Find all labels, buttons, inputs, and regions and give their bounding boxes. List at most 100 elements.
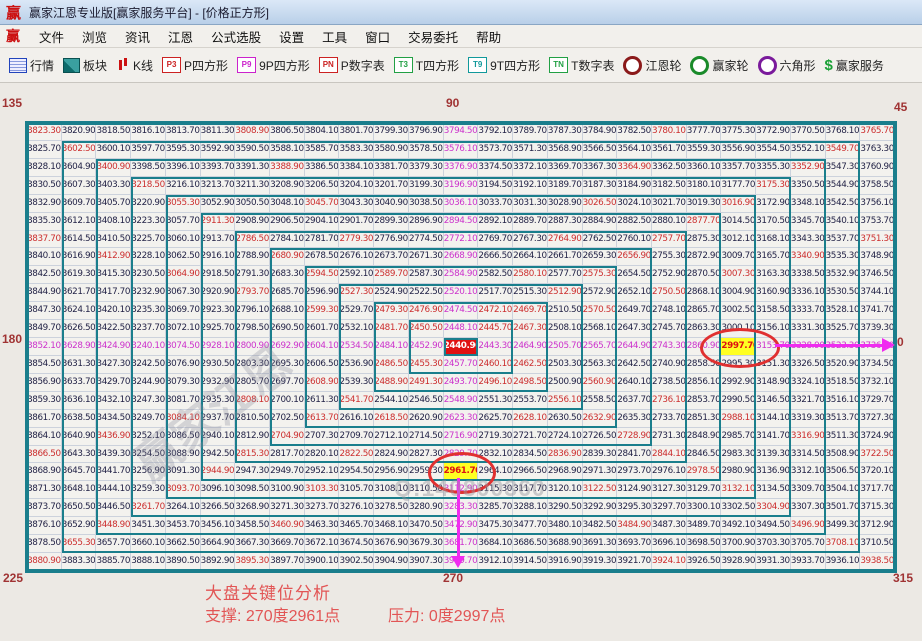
grid-cell[interactable]: 3062.50 <box>166 248 201 266</box>
grid-cell[interactable]: 2527.30 <box>339 284 374 302</box>
grid-cell[interactable]: 3873.70 <box>27 499 62 517</box>
grid-cell[interactable]: 3609.70 <box>62 195 97 213</box>
grid-cell[interactable]: 3549.70 <box>826 141 861 159</box>
grid-cell[interactable]: 3016.90 <box>721 195 756 213</box>
toolbar-t-square[interactable]: T3T四方形 <box>394 57 459 74</box>
grid-cell[interactable]: 2469.70 <box>513 302 548 320</box>
grid-cell[interactable]: 3307.30 <box>791 499 826 517</box>
grid-cell[interactable]: 3571.30 <box>513 141 548 159</box>
grid-cell[interactable]: 3547.30 <box>826 159 861 177</box>
grid-cell[interactable]: 2721.70 <box>513 428 548 446</box>
grid-cell[interactable]: 3619.30 <box>62 266 97 284</box>
grid-cell[interactable]: 3652.90 <box>62 517 97 535</box>
grid-cell[interactable]: 3057.70 <box>166 213 201 231</box>
grid-cell[interactable]: 3393.70 <box>201 159 236 177</box>
grid-cell[interactable]: 3470.50 <box>409 517 444 535</box>
grid-cell[interactable]: 2560.90 <box>583 374 618 392</box>
grid-cell[interactable]: 2726.50 <box>583 428 618 446</box>
grid-cell[interactable]: 3124.90 <box>617 481 652 499</box>
grid-cell[interactable]: 2968.90 <box>548 463 583 481</box>
grid-cell[interactable]: 3513.70 <box>826 410 861 428</box>
grid-cell[interactable]: 2632.90 <box>583 410 618 428</box>
grid-cell[interactable]: 2812.90 <box>235 428 270 446</box>
grid-cell[interactable]: 3710.50 <box>860 535 895 553</box>
toolbar-quotes[interactable]: 行情 <box>9 57 54 74</box>
grid-cell[interactable]: 3837.70 <box>27 231 62 249</box>
grid-cell[interactable]: 2707.30 <box>305 428 340 446</box>
grid-cell[interactable]: 3278.50 <box>374 499 409 517</box>
grid-cell[interactable]: 3734.50 <box>860 356 895 374</box>
grid-cell[interactable]: 2764.90 <box>548 231 583 249</box>
grid-cell[interactable]: 2976.10 <box>652 463 687 481</box>
grid-cell[interactable]: 3321.70 <box>791 392 826 410</box>
grid-cell[interactable]: 2964.10 <box>478 463 513 481</box>
grid-cell[interactable]: 3792.10 <box>478 123 513 141</box>
grid-cell[interactable]: 2666.50 <box>478 248 513 266</box>
grid-cell[interactable]: 3856.90 <box>27 374 62 392</box>
grid-cell[interactable]: 3237.70 <box>131 320 166 338</box>
grid-cell[interactable]: 3340.90 <box>791 248 826 266</box>
grid-cell[interactable]: 2719.30 <box>478 428 513 446</box>
grid-cell[interactable]: 3568.90 <box>548 141 583 159</box>
grid-cell[interactable]: 3031.30 <box>513 195 548 213</box>
grid-cell[interactable]: 3429.70 <box>96 374 131 392</box>
grid-cell[interactable]: 3650.50 <box>62 499 97 517</box>
grid-cell[interactable]: 3336.10 <box>791 284 826 302</box>
grid-cell[interactable]: 3211.30 <box>235 177 270 195</box>
grid-cell[interactable]: 3127.30 <box>652 481 687 499</box>
grid-cell[interactable]: 3235.30 <box>131 302 166 320</box>
grid-cell[interactable]: 3739.30 <box>860 320 895 338</box>
grid-cell[interactable]: 3532.90 <box>826 266 861 284</box>
grid-cell[interactable]: 2971.30 <box>583 463 618 481</box>
grid-cell[interactable]: 3614.50 <box>62 231 97 249</box>
grid-cell[interactable]: 3475.30 <box>478 517 513 535</box>
grid-cell[interactable]: 3487.30 <box>652 517 687 535</box>
grid-cell[interactable]: 3854.50 <box>27 356 62 374</box>
grid-cell[interactable]: 3069.70 <box>166 302 201 320</box>
grid-cell[interactable]: 3705.70 <box>791 535 826 553</box>
grid-cell[interactable]: 2928.10 <box>201 338 236 356</box>
grid-cell[interactable]: 2980.90 <box>721 463 756 481</box>
grid-cell[interactable]: 3295.30 <box>617 499 652 517</box>
grid-cell[interactable]: 2940.10 <box>201 428 236 446</box>
grid-cell[interactable]: 3830.50 <box>27 177 62 195</box>
grid-cell[interactable]: 3242.50 <box>131 356 166 374</box>
grid-cell[interactable]: 3897.70 <box>270 553 305 571</box>
grid-cell[interactable]: 2491.30 <box>409 374 444 392</box>
grid-cell[interactable]: 3928.90 <box>721 553 756 571</box>
grid-cell[interactable]: 2558.50 <box>583 392 618 410</box>
grid-cell[interactable]: 3465.70 <box>339 517 374 535</box>
grid-cell[interactable]: 2932.90 <box>201 374 236 392</box>
grid-cell[interactable]: 3364.90 <box>617 159 652 177</box>
grid-cell[interactable]: 3936.10 <box>826 553 861 571</box>
grid-cell[interactable]: 3333.70 <box>791 302 826 320</box>
grid-cell[interactable]: 3187.30 <box>583 177 618 195</box>
grid-cell[interactable]: 2853.70 <box>687 392 722 410</box>
grid-cell[interactable]: 3789.70 <box>513 123 548 141</box>
grid-cell[interactable]: 2548.90 <box>444 392 479 410</box>
grid-cell[interactable]: 3002.50 <box>721 302 756 320</box>
grid-cell[interactable]: 3604.90 <box>62 159 97 177</box>
toolbar-p-number-table[interactable]: PNP数字表 <box>319 57 385 74</box>
grid-cell[interactable]: 3892.90 <box>201 553 236 571</box>
grid-cell[interactable]: 3451.30 <box>131 517 166 535</box>
grid-cell[interactable]: 2824.90 <box>374 446 409 464</box>
grid-cell[interactable]: 3009.70 <box>721 248 756 266</box>
grid-cell[interactable]: 3849.70 <box>27 320 62 338</box>
grid-cell[interactable]: 3240.10 <box>131 338 166 356</box>
grid-cell[interactable]: 3808.90 <box>235 123 270 141</box>
grid-cell[interactable]: 2757.70 <box>652 231 687 249</box>
grid-cell[interactable]: 2959.30 <box>409 463 444 481</box>
toolbar-winner-service[interactable]: $赢家服务 <box>825 57 884 74</box>
grid-cell[interactable]: 2661.70 <box>548 248 583 266</box>
grid-cell[interactable]: 2865.70 <box>687 302 722 320</box>
grid-cell[interactable]: 2508.10 <box>548 320 583 338</box>
grid-cell[interactable]: 2786.50 <box>235 231 270 249</box>
grid-cell[interactable]: 3708.10 <box>826 535 861 553</box>
grid-cell[interactable]: 3324.10 <box>791 374 826 392</box>
grid-cell[interactable]: 3175.30 <box>756 177 791 195</box>
grid-cell[interactable]: 3631.30 <box>62 356 97 374</box>
grid-cell[interactable]: 3170.50 <box>756 213 791 231</box>
grid-cell[interactable]: 3417.70 <box>96 284 131 302</box>
grid-cell[interactable]: 3134.50 <box>756 481 791 499</box>
